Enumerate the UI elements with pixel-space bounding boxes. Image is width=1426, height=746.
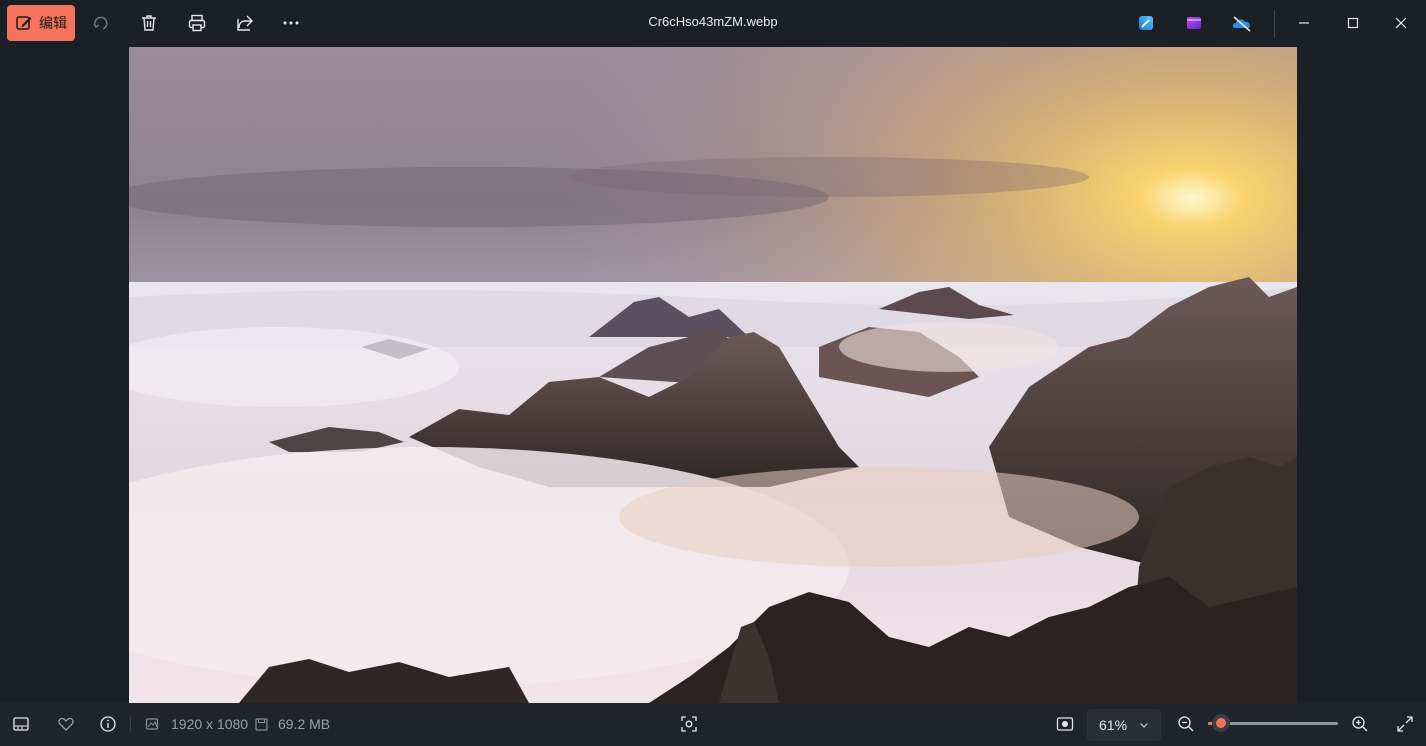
share-button[interactable] <box>229 9 261 37</box>
onedrive-icon <box>1231 14 1253 32</box>
file-size: 69.2 MB <box>255 716 330 732</box>
title-bar: 编辑 Cr6cHso43mZM.webp <box>0 0 1426 47</box>
rotate-icon <box>91 13 111 33</box>
delete-button[interactable] <box>133 9 165 37</box>
edit-button[interactable]: 编辑 <box>7 5 75 41</box>
zoom-slider-thumb[interactable] <box>1212 714 1230 732</box>
zoom-in-icon <box>1351 715 1369 733</box>
rotate-button[interactable] <box>85 9 117 37</box>
clipchamp-icon <box>1185 14 1203 32</box>
window-title: Cr6cHso43mZM.webp <box>648 14 778 29</box>
info-icon <box>99 715 117 733</box>
share-icon <box>235 13 255 33</box>
maximize-icon <box>1347 17 1359 29</box>
title-divider <box>1274 10 1275 38</box>
image-dimensions: 1920 x 1080 <box>145 716 248 732</box>
zoom-in-button[interactable] <box>1351 715 1369 733</box>
fit-to-window-button[interactable] <box>680 715 698 733</box>
delete-icon <box>139 13 159 33</box>
onedrive-button[interactable] <box>1226 9 1258 37</box>
expand-icon <box>1396 715 1414 733</box>
photo[interactable] <box>129 47 1297 703</box>
print-icon <box>187 13 207 33</box>
designer-button[interactable] <box>1130 9 1162 37</box>
landscape-photo <box>129 47 1297 703</box>
zoom-slider[interactable] <box>1208 714 1338 732</box>
more-button[interactable] <box>275 9 307 37</box>
maximize-button[interactable] <box>1330 7 1376 39</box>
filmstrip-button[interactable] <box>12 715 30 733</box>
status-divider <box>130 716 131 732</box>
image-viewer[interactable] <box>0 47 1426 703</box>
save-disk-icon <box>255 717 268 731</box>
close-icon <box>1395 17 1407 29</box>
filmstrip-icon <box>12 715 30 733</box>
zoom-dropdown[interactable]: 61% <box>1087 709 1161 741</box>
zoom-out-icon <box>1177 715 1195 733</box>
file-size-text: 69.2 MB <box>278 716 331 732</box>
more-icon <box>281 13 301 33</box>
actual-size-button[interactable] <box>1056 715 1074 733</box>
minimize-button[interactable] <box>1281 7 1327 39</box>
focus-frame-icon <box>680 715 698 733</box>
clipchamp-button[interactable] <box>1178 9 1210 37</box>
dimensions-text: 1920 x 1080 <box>171 716 249 732</box>
actual-size-icon <box>1056 715 1074 733</box>
close-button[interactable] <box>1378 7 1424 39</box>
minimize-icon <box>1298 17 1310 29</box>
designer-icon <box>1137 14 1155 32</box>
favorite-button[interactable] <box>57 715 75 733</box>
heart-icon <box>57 715 75 733</box>
dimensions-icon <box>145 717 159 731</box>
edit-label: 编辑 <box>39 15 67 31</box>
chevron-down-icon <box>1139 720 1149 730</box>
print-button[interactable] <box>181 9 213 37</box>
edit-icon <box>15 14 33 32</box>
zoom-out-button[interactable] <box>1177 715 1195 733</box>
fullscreen-button[interactable] <box>1396 715 1414 733</box>
zoom-value: 61% <box>1099 717 1128 733</box>
info-button[interactable] <box>99 715 117 733</box>
